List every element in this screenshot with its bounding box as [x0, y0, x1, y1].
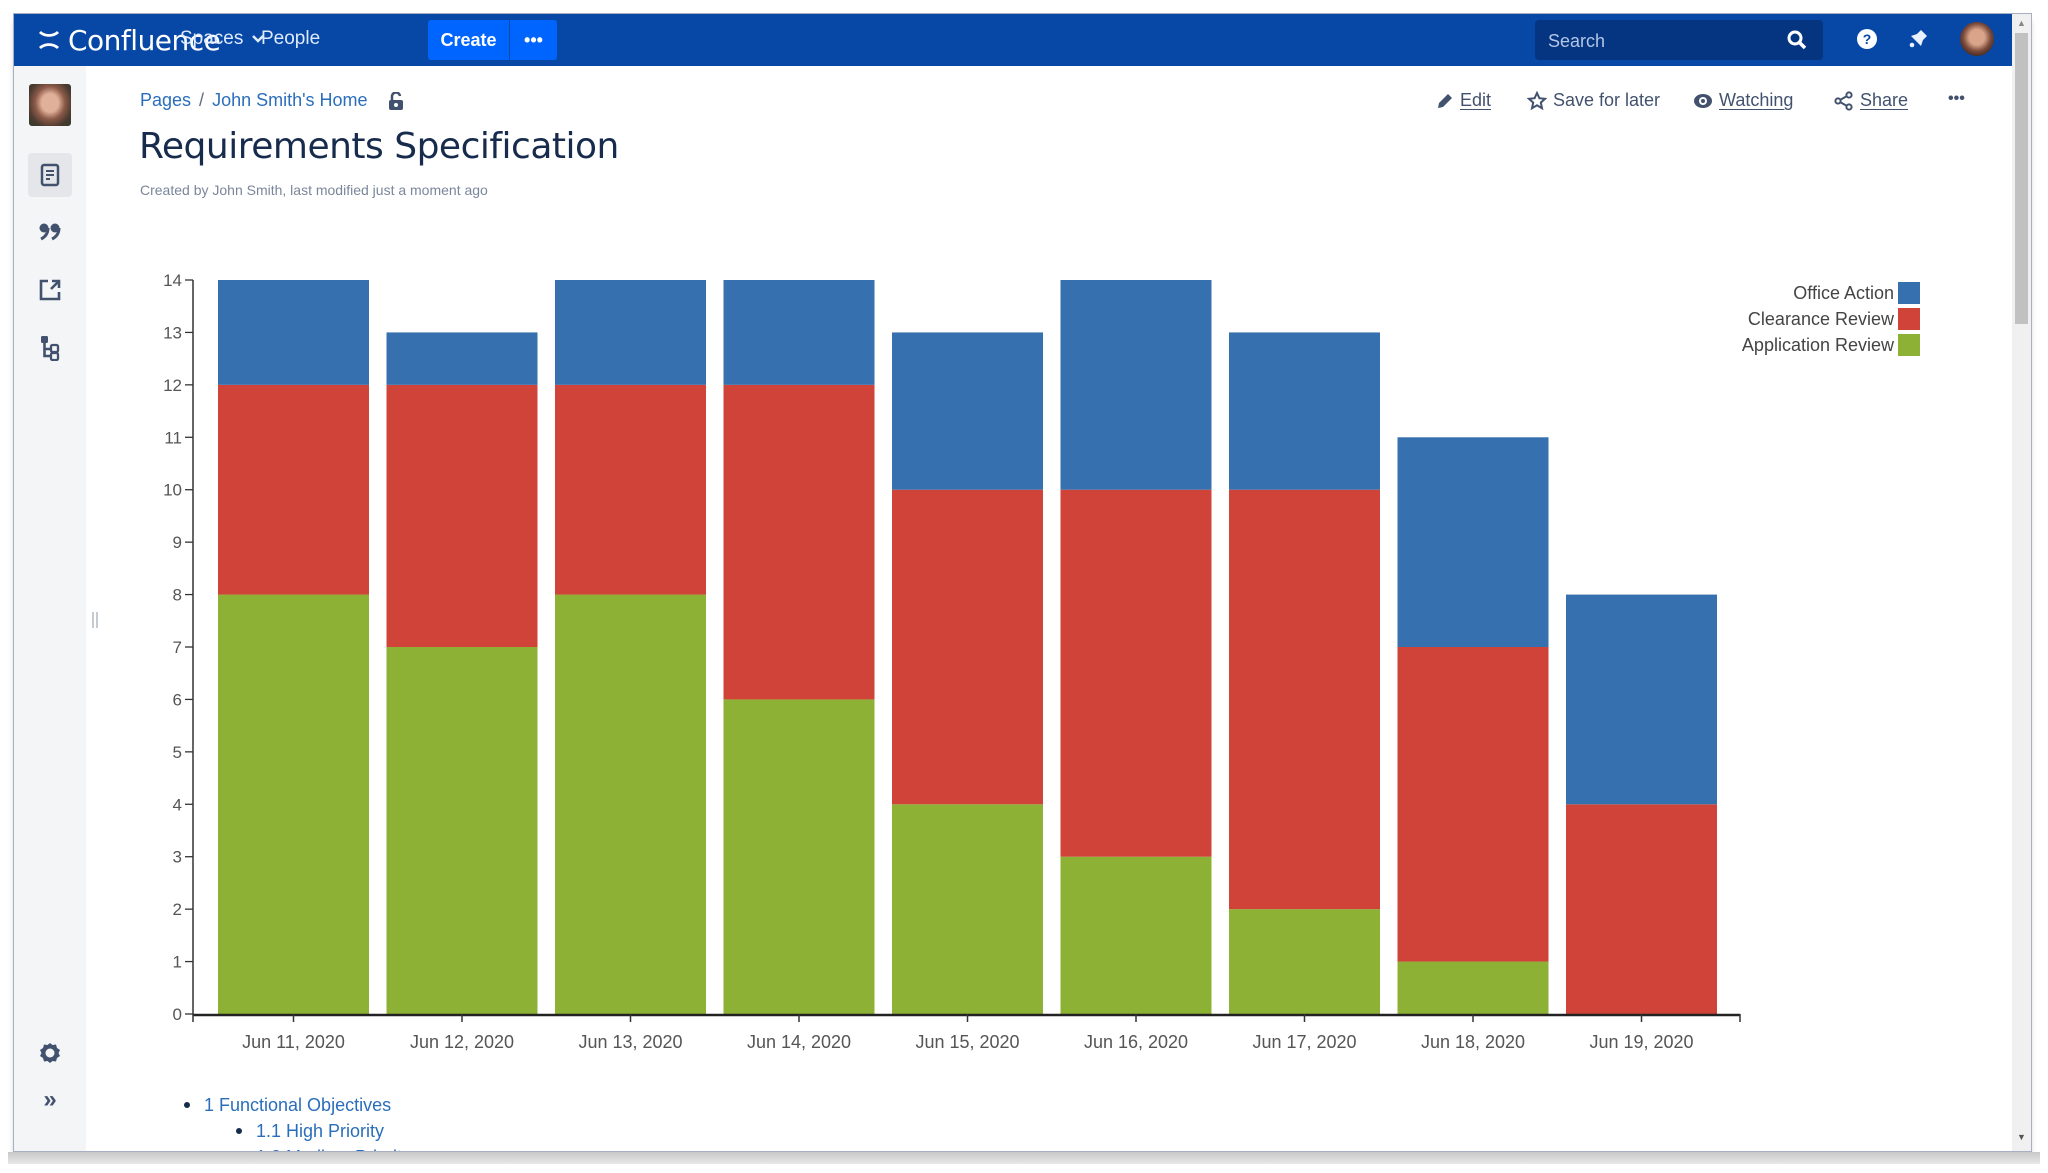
- bar-segment-application-review: [218, 594, 369, 1014]
- bar-segment-clearance-review: [1060, 489, 1212, 857]
- bar-segment-application-review: [1060, 856, 1212, 1014]
- bar-segment-clearance-review: [555, 384, 706, 595]
- toc-item[interactable]: 1.1 High Priority: [236, 1118, 411, 1144]
- table-of-contents: 1 Functional Objectives 1.1 High Priorit…: [184, 1092, 411, 1151]
- bar-segment-office-action: [1229, 332, 1380, 490]
- y-tick-label: 10: [163, 481, 182, 500]
- y-tick-label: 4: [173, 795, 182, 814]
- bar-segment-office-action: [723, 280, 875, 385]
- y-tick-label: 5: [173, 743, 182, 762]
- x-tick-label: Jun 17, 2020: [1252, 1032, 1356, 1052]
- x-tick-label: Jun 19, 2020: [1589, 1032, 1693, 1052]
- bar-segment-office-action: [218, 280, 369, 385]
- bar-segment-office-action: [1060, 280, 1212, 490]
- toc-item-label[interactable]: 1.1 High Priority: [256, 1121, 384, 1141]
- y-tick-label: 0: [173, 1005, 182, 1024]
- toc-item[interactable]: 1 Functional Objectives: [184, 1092, 411, 1118]
- y-tick-label: 2: [173, 900, 182, 919]
- y-tick-label: 1: [173, 953, 182, 972]
- x-tick-label: Jun 14, 2020: [747, 1032, 851, 1052]
- scroll-up-arrow-icon[interactable]: ▲: [2012, 18, 2031, 32]
- scrollbar-thumb[interactable]: [2015, 33, 2028, 324]
- legend-label: Clearance Review: [1748, 309, 1895, 329]
- x-tick-label: Jun 13, 2020: [578, 1032, 682, 1052]
- bar-segment-application-review: [723, 699, 875, 1014]
- y-tick-label: 14: [163, 271, 182, 290]
- y-tick-label: 11: [164, 428, 182, 447]
- legend-swatch: [1898, 282, 1920, 304]
- x-tick-label: Jun 15, 2020: [915, 1032, 1019, 1052]
- bar-segment-application-review: [892, 804, 1043, 1014]
- toc-item-label[interactable]: 1 Functional Objectives: [204, 1095, 391, 1115]
- bar-segment-clearance-review: [1566, 804, 1717, 1014]
- browser-window: Confluence Spaces People Create ••• ?: [13, 13, 2032, 1152]
- bar-segment-clearance-review: [1397, 647, 1549, 962]
- bar-segment-clearance-review: [218, 384, 369, 595]
- legend-label: Office Action: [1793, 283, 1894, 303]
- y-tick-label: 9: [173, 533, 182, 552]
- y-tick-label: 7: [173, 638, 182, 657]
- x-tick-label: Jun 12, 2020: [410, 1032, 514, 1052]
- bar-segment-office-action: [555, 280, 706, 385]
- bar-segment-application-review: [1397, 961, 1549, 1014]
- toc-item[interactable]: 1.2 Medium Priority: [236, 1144, 411, 1151]
- bar-segment-office-action: [386, 332, 538, 385]
- bar-segment-clearance-review: [723, 384, 875, 700]
- legend-swatch: [1898, 308, 1920, 330]
- y-tick-label: 6: [173, 690, 182, 709]
- legend-swatch: [1898, 334, 1920, 356]
- x-tick-label: Jun 11, 2020: [242, 1032, 345, 1052]
- y-tick-label: 12: [163, 376, 182, 395]
- bar-segment-clearance-review: [1229, 489, 1380, 910]
- window-shadow: [8, 1152, 2040, 1164]
- y-tick-label: 13: [163, 323, 182, 342]
- y-tick-label: 8: [173, 586, 182, 605]
- bar-segment-office-action: [892, 332, 1043, 490]
- stacked-bar-chart: 01234567891011121314Jun 11, 2020 Jun 12, …: [163, 271, 1920, 1052]
- legend-label: Application Review: [1742, 335, 1895, 355]
- bar-segment-office-action: [1566, 594, 1717, 805]
- scroll-down-arrow-icon[interactable]: ▼: [2012, 1132, 2031, 1146]
- y-tick-label: 3: [173, 848, 182, 867]
- x-tick-label: Jun 16, 2020: [1084, 1032, 1188, 1052]
- bar-segment-clearance-review: [892, 489, 1043, 805]
- bar-segment-application-review: [386, 647, 538, 1014]
- bar-segment-clearance-review: [386, 384, 538, 647]
- bar-segment-application-review: [555, 594, 706, 1014]
- bar-segment-office-action: [1397, 437, 1549, 647]
- bar-segment-application-review: [1229, 909, 1380, 1014]
- x-tick-label: Jun 18, 2020: [1421, 1032, 1525, 1052]
